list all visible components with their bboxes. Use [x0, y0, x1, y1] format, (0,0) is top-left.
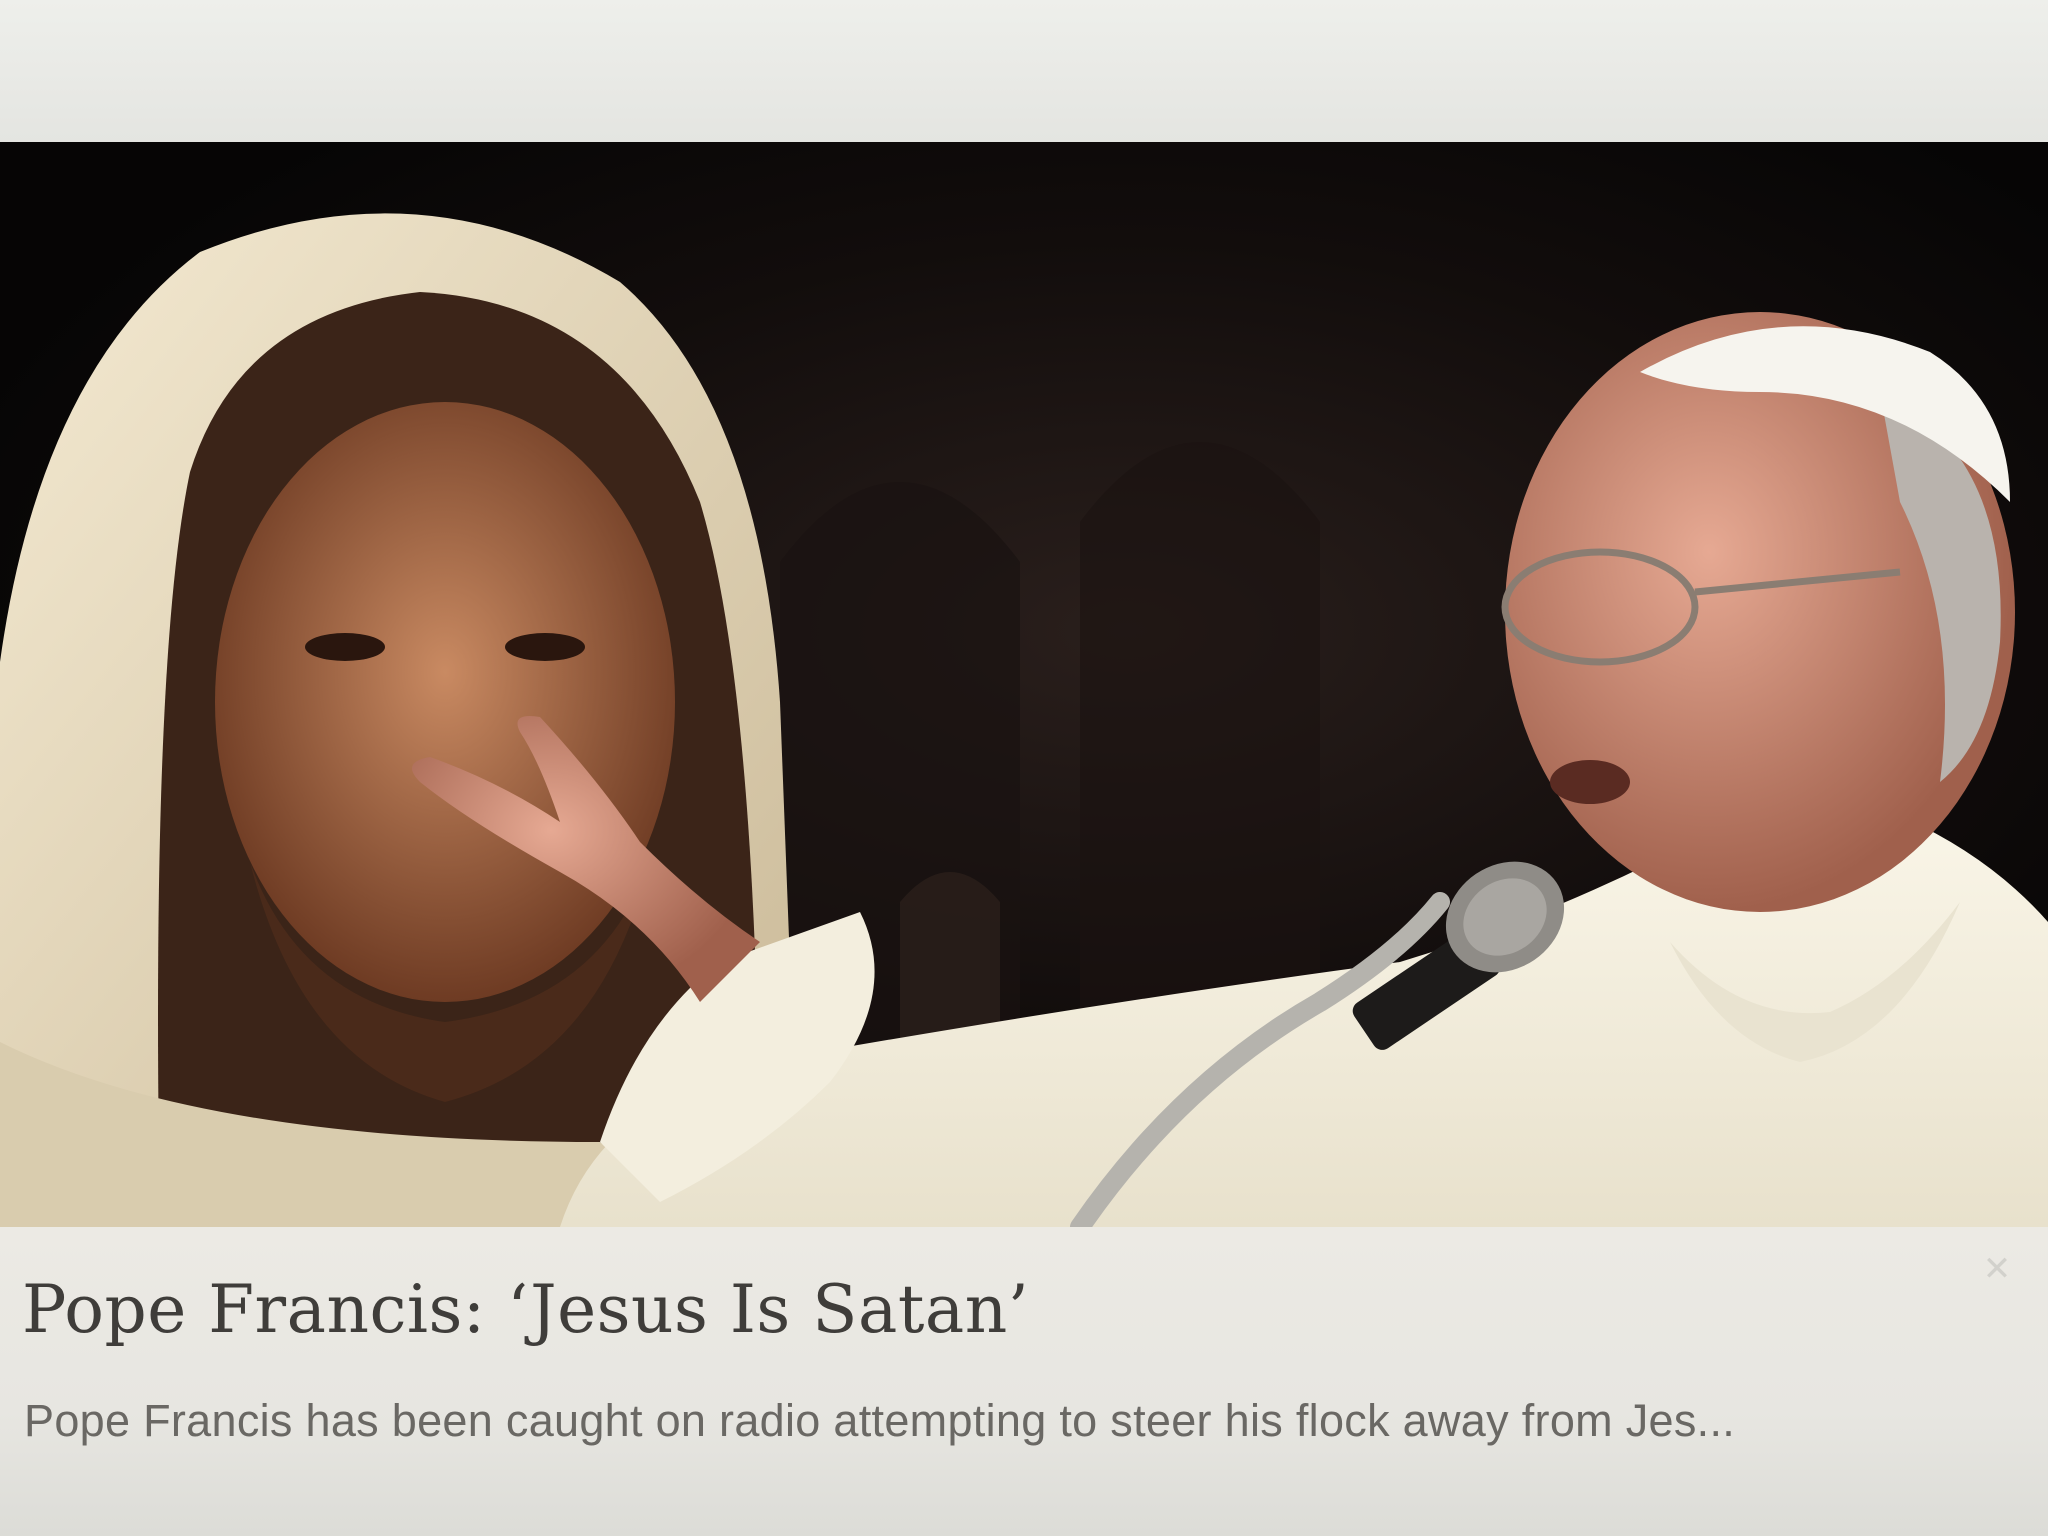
article-thumbnail[interactable]: [0, 142, 2048, 1227]
article-headline[interactable]: Pope Francis: ‘Jesus Is Satan’: [22, 1270, 1029, 1350]
article-snippet: Pope Francis has been caught on radio at…: [24, 1395, 1736, 1446]
screen: Pope Francis: ‘Jesus Is Satan’ Pope Fran…: [0, 0, 2048, 1536]
thumbnail-illustration: [0, 142, 2048, 1227]
close-icon[interactable]: ✕: [1980, 1252, 2014, 1286]
page-top-area: [0, 0, 2048, 142]
